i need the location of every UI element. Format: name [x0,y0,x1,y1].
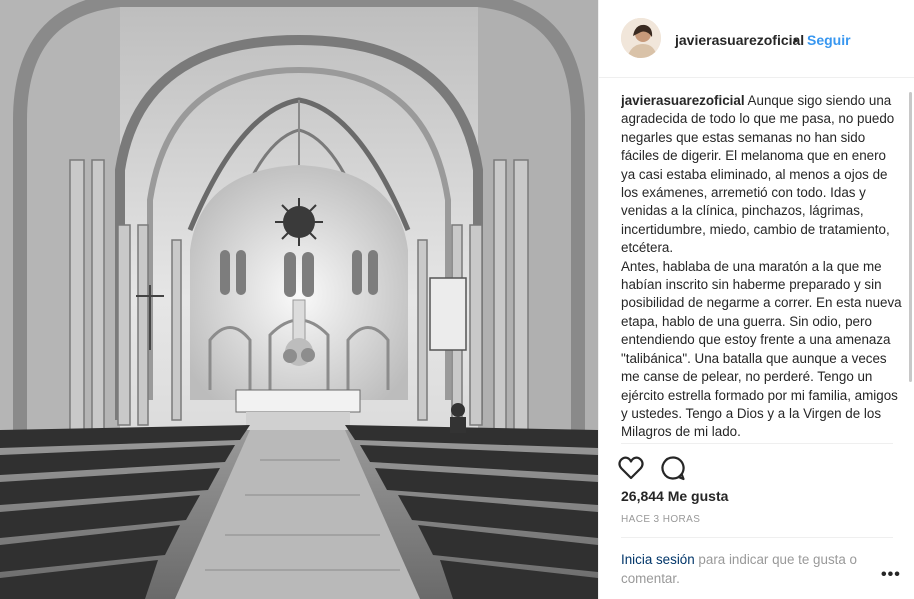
ellipsis-icon[interactable]: ••• [881,566,901,584]
divider [621,443,893,444]
header-username[interactable]: javierasuarezoficial [675,32,804,48]
caption: javierasuarezoficial Aunque sigo siendo … [621,92,903,440]
likes-count[interactable]: 26,844 Me gusta [621,488,728,504]
church-interior-image [0,0,598,599]
comment-button[interactable] [659,454,687,482]
follow-button[interactable]: Seguir [807,32,851,48]
caption-scrollbar[interactable] [909,92,912,382]
caption-text: Aunque sigo siendo una agradecida de tod… [621,93,902,440]
heart-outline-icon [618,456,644,480]
login-prompt: Inicia sesión para indicar que te gusta … [621,550,881,588]
like-button[interactable] [617,454,645,482]
divider [621,537,893,538]
speech-bubble-icon [661,456,685,481]
post-panel: javierasuarezoficial • Seguir javierasua… [598,0,914,599]
avatar-portrait-icon [621,18,661,58]
post-timestamp: HACE 3 HORAS [621,514,701,525]
caption-username[interactable]: javierasuarezoficial [621,93,745,108]
post-photo[interactable] [0,0,598,599]
avatar[interactable] [621,18,661,58]
post-header: javierasuarezoficial • Seguir [599,0,914,78]
login-link[interactable]: Inicia sesión [621,552,695,567]
header-separator: • [793,32,798,48]
action-bar [617,454,737,482]
